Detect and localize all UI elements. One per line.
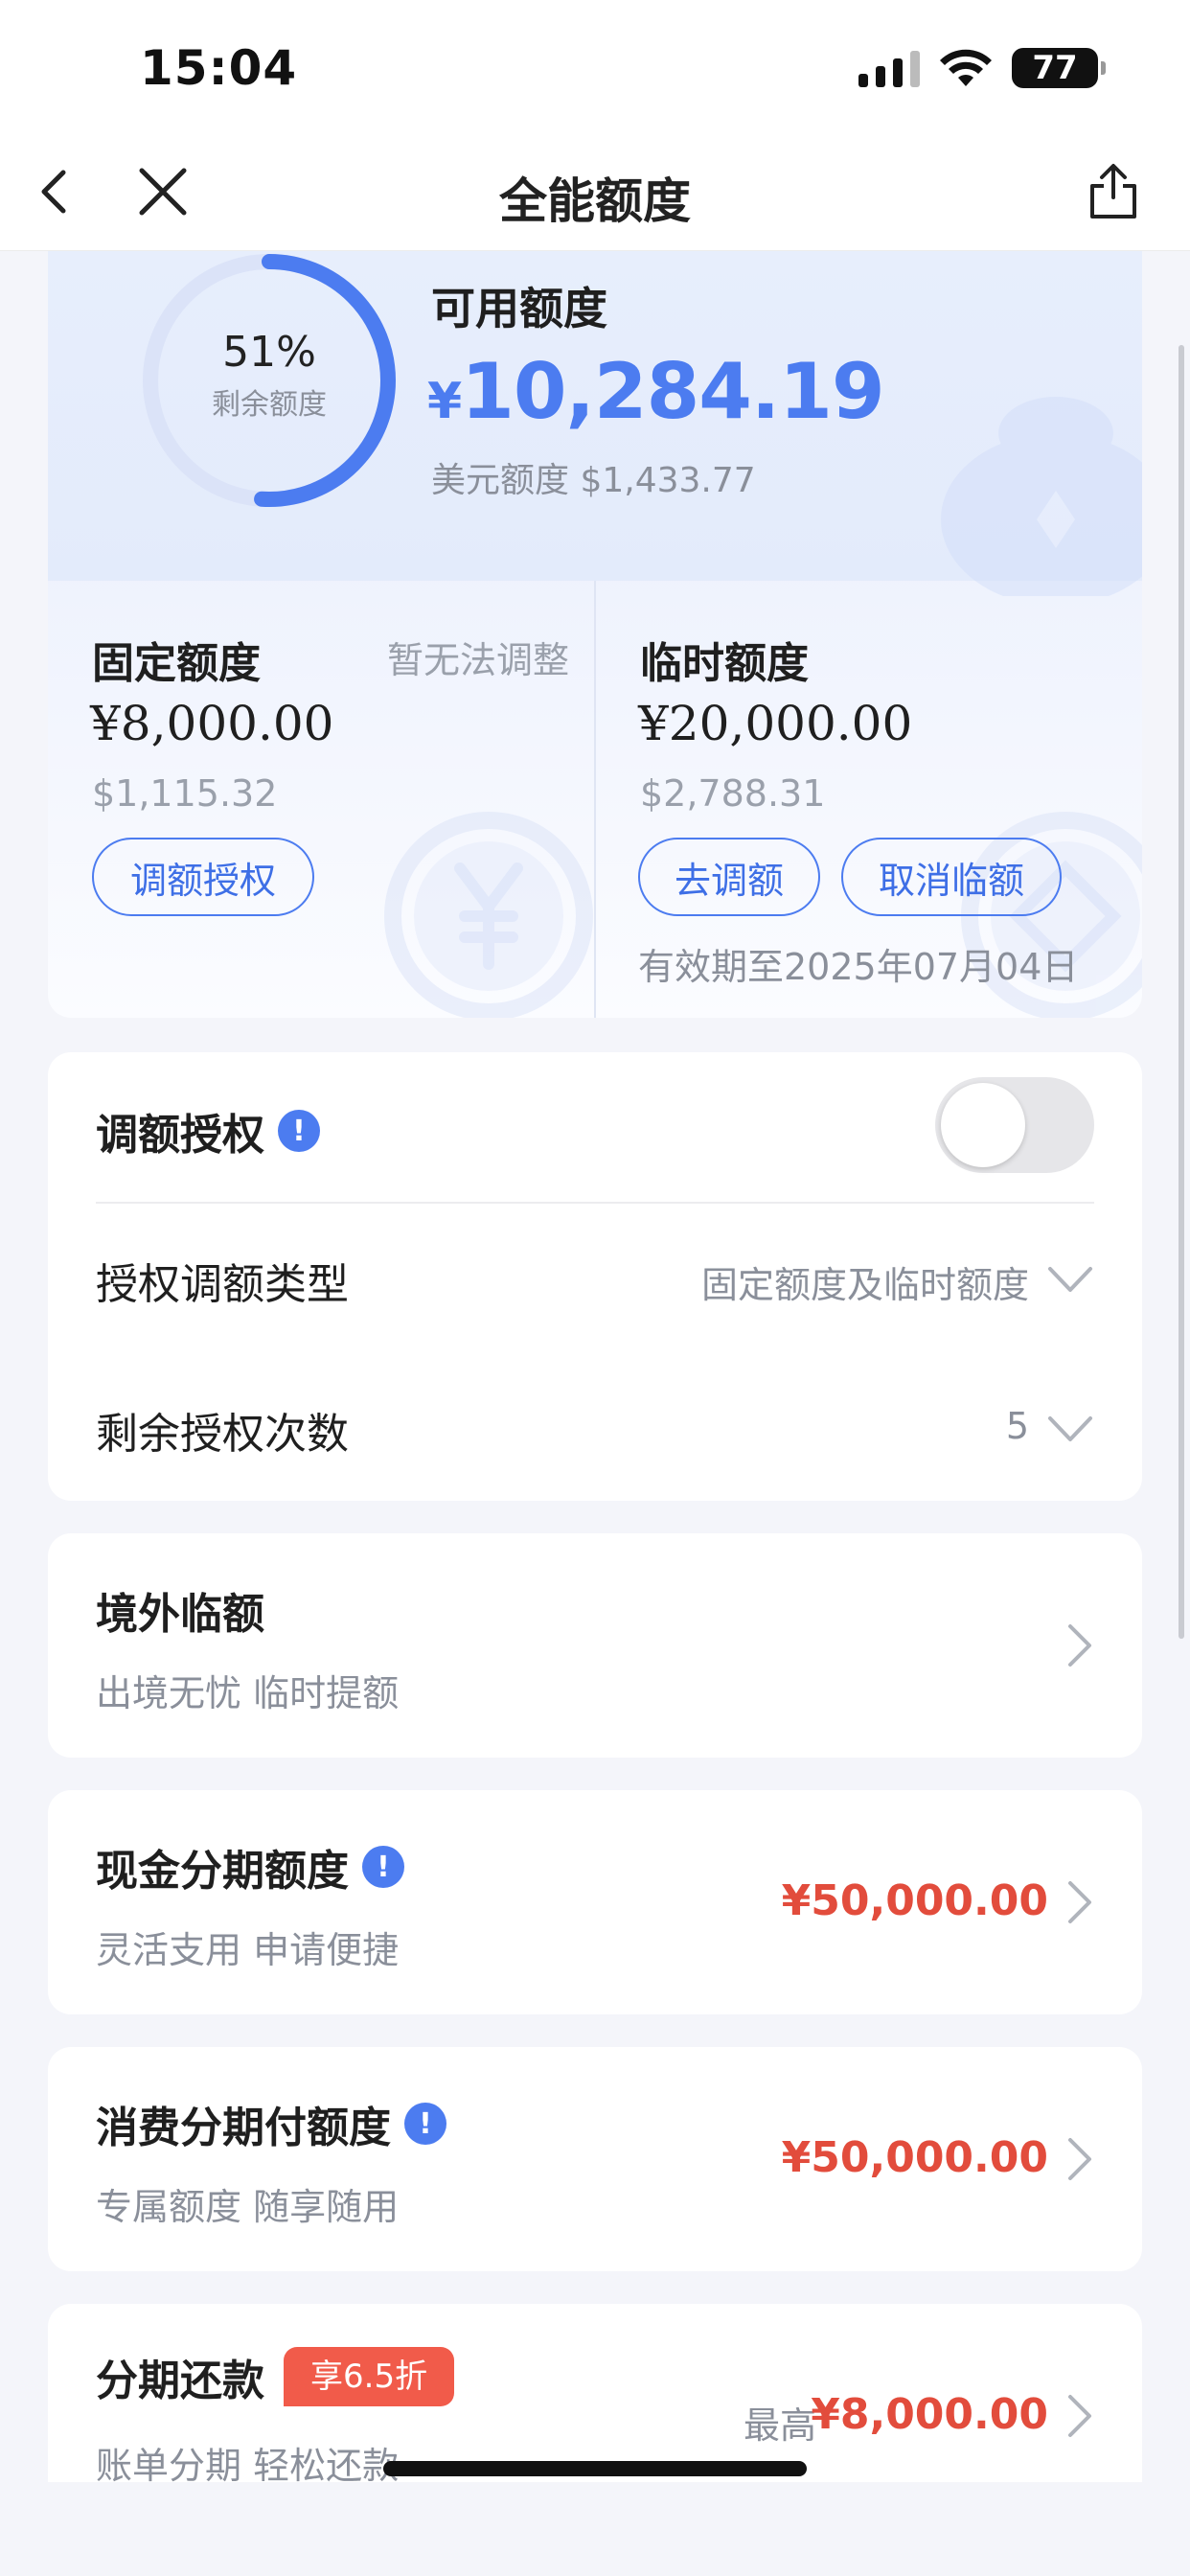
repayment-installment-title: 分期还款 [96, 2357, 264, 2405]
temporary-limit-validity: 有效期至2025年07月04日 [638, 946, 1079, 988]
consumer-installment-title: 消费分期付额度 [96, 2104, 391, 2152]
chevron-right-icon [1068, 1881, 1091, 1923]
cash-installment-amount: ¥50,000.00 [781, 1876, 1048, 1925]
overseas-limit-title: 境外临额 [96, 1590, 264, 1639]
available-limit-amount: ¥10,284.19 [427, 347, 885, 436]
status-bar: 15:04 77 [0, 0, 1190, 134]
yen-coin-decoration-icon [384, 812, 593, 1018]
available-limit-label: 可用额度 [431, 283, 607, 334]
fixed-limit-section: 固定额度 暂无法调整 ¥8,000.00 $1,115.32 调额授权 [48, 581, 594, 1018]
info-icon[interactable]: ! [362, 1846, 404, 1888]
divider [96, 1202, 1094, 1204]
currency-symbol: ¥ [427, 373, 462, 430]
adjust-authorization-button[interactable]: 调额授权 [92, 838, 314, 916]
available-limit-section: 51% 剩余额度 可用额度 ¥10,284.19 美元额度 $1,433.77 [48, 251, 1142, 596]
page-title: 全能额度 [499, 173, 691, 229]
available-amount-value: 10,284.19 [461, 347, 884, 436]
cancel-temporary-limit-button[interactable]: 取消临额 [841, 838, 1062, 916]
overseas-limit-card[interactable]: 境外临额 出境无忧 临时提额 [48, 1533, 1142, 1758]
usd-limit: 美元额度 $1,433.77 [431, 461, 756, 500]
temporary-limit-section: 临时额度 ¥20,000.00 $2,788.31 去调额 取消临额 有效期至2… [596, 581, 1142, 1018]
chevron-right-icon [1068, 1624, 1091, 1667]
authorization-card: 调额授权 ! 授权调额类型 固定额度及临时额度 剩余授权次数 5 [48, 1052, 1142, 1501]
temporary-limit-title: 临时额度 [640, 639, 809, 688]
overseas-limit-subtitle: 出境无忧 临时提额 [96, 1672, 400, 1714]
fixed-limit-note: 暂无法调整 [386, 639, 569, 681]
discount-badge: 享6.5折 [284, 2347, 455, 2406]
home-indicator[interactable] [383, 2461, 807, 2476]
authorization-toggle[interactable] [935, 1077, 1094, 1173]
adjust-limit-button[interactable]: 去调额 [638, 838, 820, 916]
remaining-percent: 51% [222, 328, 316, 377]
remaining-authorizations-value[interactable]: 5 [1006, 1405, 1029, 1447]
cash-installment-subtitle: 灵活支用 申请便捷 [96, 1929, 400, 1971]
info-icon[interactable]: ! [404, 2103, 446, 2145]
authorization-type-label: 授权调额类型 [96, 1260, 349, 1309]
limit-summary-card: 51% 剩余额度 可用额度 ¥10,284.19 美元额度 $1,433.77 … [48, 251, 1142, 1018]
wifi-icon [939, 48, 993, 88]
limit-breakdown: 固定额度 暂无法调整 ¥8,000.00 $1,115.32 调额授权 临时额度… [48, 581, 1142, 1018]
consumer-installment-subtitle: 专属额度 随享随用 [96, 2186, 400, 2228]
chevron-right-icon [1068, 2138, 1091, 2180]
chevron-down-icon[interactable] [1046, 1265, 1094, 1294]
info-icon[interactable]: ! [278, 1110, 320, 1152]
scrollbar[interactable] [1179, 345, 1184, 1639]
fixed-limit-title: 固定额度 [92, 639, 261, 688]
toggle-knob [941, 1083, 1025, 1167]
cash-installment-card[interactable]: 现金分期额度 ! 灵活支用 申请便捷 ¥50,000.00 [48, 1790, 1142, 2014]
cash-installment-title: 现金分期额度 [96, 1847, 349, 1896]
temporary-limit-usd: $2,788.31 [640, 772, 826, 815]
authorization-title: 调额授权 [96, 1111, 264, 1160]
authorization-type-value[interactable]: 固定额度及临时额度 [701, 1255, 1029, 1308]
bottom-safe-area [0, 2482, 1190, 2576]
fixed-limit-usd: $1,115.32 [92, 772, 278, 815]
fixed-limit-amount: ¥8,000.00 [90, 696, 334, 751]
max-label: 最高 [743, 2404, 816, 2447]
navigation-bar: 全能额度 [0, 134, 1190, 251]
status-icons: 77 [858, 48, 1106, 88]
consumer-installment-amount: ¥50,000.00 [781, 2133, 1048, 2182]
chevron-right-icon [1068, 2395, 1091, 2437]
chevron-down-icon[interactable] [1046, 1414, 1094, 1443]
repayment-installment-amount: ¥8,000.00 [811, 2390, 1048, 2439]
remaining-authorizations-label: 剩余授权次数 [96, 1410, 349, 1459]
consumer-installment-card[interactable]: 消费分期付额度 ! 专属额度 随享随用 ¥50,000.00 [48, 2047, 1142, 2271]
cellular-signal-icon [858, 49, 920, 87]
share-icon[interactable] [1085, 161, 1142, 222]
status-time: 15:04 [140, 40, 298, 96]
temporary-limit-amount: ¥20,000.00 [638, 696, 913, 751]
money-bag-decoration-icon [941, 397, 1142, 596]
repayment-installment-subtitle: 账单分期 轻松还款 [96, 2445, 400, 2487]
remaining-label: 剩余额度 [212, 388, 327, 422]
battery-icon: 77 [1012, 48, 1106, 88]
